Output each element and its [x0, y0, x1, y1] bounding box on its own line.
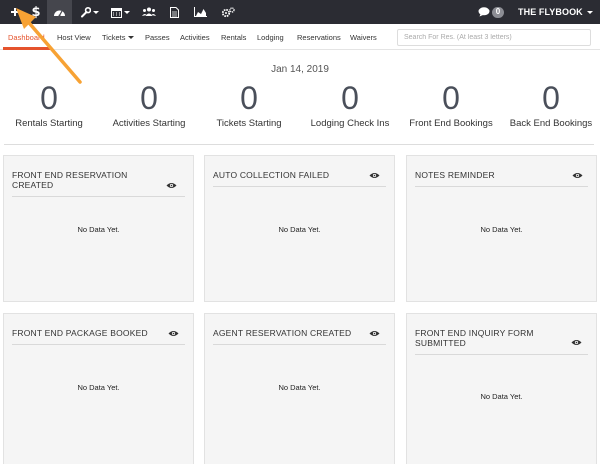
area-chart-icon — [193, 7, 207, 17]
card-auto-collection-failed: AUTO COLLECTION FAILED No Data Yet. — [204, 155, 395, 302]
empty-state-text: No Data Yet. — [77, 383, 120, 392]
empty-state-text: No Data Yet. — [278, 225, 321, 234]
new-reservation-button[interactable] — [4, 0, 26, 24]
stat-value: 0 — [240, 80, 258, 116]
stat-rentals-starting[interactable]: 0 Rentals Starting — [0, 78, 99, 130]
stat-front-end-bookings[interactable]: 0 Front End Bookings — [401, 78, 501, 130]
stat-label: Tickets Starting — [216, 118, 282, 129]
reservation-search-input[interactable] — [397, 29, 591, 46]
payments-button[interactable]: $ — [26, 0, 46, 24]
card-header: FRONT END PACKAGE BOOKED — [12, 328, 185, 345]
stat-value: 0 — [542, 80, 560, 116]
dashboard-button[interactable] — [47, 0, 72, 24]
tab-activities[interactable]: Activities — [180, 24, 210, 50]
stat-value: 0 — [140, 80, 158, 116]
dollar-icon: $ — [31, 4, 41, 20]
tab-host-view[interactable]: Host View — [57, 24, 91, 50]
customers-button[interactable] — [139, 0, 159, 24]
card-header: FRONT END INQUIRY FORM SUBMITTED — [415, 328, 588, 355]
card-header: AGENT RESERVATION CREATED — [213, 328, 386, 345]
card-header: FRONT END RESERVATION CREATED — [12, 170, 185, 197]
stat-back-end-bookings[interactable]: 0 Back End Bookings — [501, 78, 600, 130]
empty-state-text: No Data Yet. — [480, 225, 523, 234]
dashboard-gauge-icon — [54, 10, 65, 17]
document-icon — [169, 6, 179, 18]
cogs-icon — [221, 6, 235, 17]
messages-button[interactable]: 0 — [478, 3, 504, 21]
calendar-menu-button[interactable] — [108, 0, 132, 24]
stat-label: Lodging Check Ins — [310, 118, 390, 129]
tab-passes[interactable]: Passes — [145, 24, 170, 50]
current-date: Jan 14, 2019 — [271, 64, 329, 75]
documents-button[interactable] — [164, 0, 184, 24]
eye-icon[interactable] — [168, 330, 179, 337]
stat-label: Front End Bookings — [409, 118, 493, 129]
card-front-end-inquiry-form-submitted: FRONT END INQUIRY FORM SUBMITTED No Data… — [406, 313, 597, 464]
card-title: AGENT RESERVATION CREATED — [213, 328, 352, 338]
chevron-down-icon — [128, 35, 135, 39]
card-front-end-package-booked: FRONT END PACKAGE BOOKED No Data Yet. — [3, 313, 194, 464]
settings-button[interactable] — [218, 0, 238, 24]
chevron-down-icon — [92, 10, 99, 14]
stat-value: 0 — [341, 80, 359, 116]
empty-state-text: No Data Yet. — [77, 225, 120, 234]
stat-value: 0 — [40, 80, 58, 116]
tab-rentals[interactable]: Rentals — [221, 24, 246, 50]
messages-count-badge: 0 — [492, 6, 504, 18]
stat-value: 0 — [442, 80, 460, 116]
section-divider — [4, 144, 594, 145]
tools-menu-button[interactable] — [77, 0, 101, 24]
card-header: NOTES REMINDER — [415, 170, 588, 187]
card-header: AUTO COLLECTION FAILED — [213, 170, 386, 187]
brand-name: THE FLYBOOK — [518, 7, 583, 17]
wrench-icon — [80, 6, 91, 17]
stat-lodging-check-ins[interactable]: 0 Lodging Check Ins — [300, 78, 400, 130]
eye-icon[interactable] — [369, 172, 380, 179]
card-notes-reminder: NOTES REMINDER No Data Yet. — [406, 155, 597, 302]
stat-label: Rentals Starting — [15, 118, 83, 129]
tab-waivers[interactable]: Waivers — [350, 24, 377, 50]
tab-tickets-label: Tickets — [102, 32, 126, 42]
empty-state-text: No Data Yet. — [278, 383, 321, 392]
tab-lodging[interactable]: Lodging — [257, 24, 284, 50]
top-toolbar: $ 0 THE FLYBOOK — [0, 0, 600, 24]
card-title: FRONT END RESERVATION CREATED — [12, 170, 128, 190]
empty-state-text: No Data Yet. — [480, 392, 523, 401]
eye-icon[interactable] — [572, 172, 583, 179]
calendar-icon — [110, 7, 122, 18]
card-title: AUTO COLLECTION FAILED — [213, 170, 330, 180]
stat-tickets-starting[interactable]: 0 Tickets Starting — [199, 78, 299, 130]
card-title: NOTES REMINDER — [415, 170, 495, 180]
chevron-down-icon — [123, 10, 130, 14]
card-front-end-reservation-created: FRONT END RESERVATION CREATED No Data Ye… — [3, 155, 194, 302]
users-icon — [142, 7, 156, 16]
plus-icon — [11, 8, 19, 16]
dashboard-page: $ 0 THE FLYBOOK Dashboard Host View Tick… — [0, 0, 600, 464]
tab-tickets[interactable]: Tickets — [102, 24, 135, 50]
stat-activities-starting[interactable]: 0 Activities Starting — [99, 78, 199, 130]
eye-icon[interactable] — [571, 339, 582, 346]
active-tab-indicator — [3, 47, 51, 50]
account-menu[interactable]: THE FLYBOOK — [518, 0, 593, 24]
tab-reservations[interactable]: Reservations — [297, 24, 341, 50]
card-title: FRONT END INQUIRY FORM SUBMITTED — [415, 328, 534, 348]
chat-bubble-icon — [478, 7, 490, 17]
card-title: FRONT END PACKAGE BOOKED — [12, 328, 148, 338]
stat-label: Activities Starting — [112, 118, 186, 129]
reports-button[interactable] — [189, 0, 211, 24]
card-agent-reservation-created: AGENT RESERVATION CREATED No Data Yet. — [204, 313, 395, 464]
eye-icon[interactable] — [369, 330, 380, 337]
chevron-down-icon — [586, 10, 593, 14]
stat-label: Back End Bookings — [509, 118, 593, 129]
eye-icon[interactable] — [166, 182, 177, 189]
